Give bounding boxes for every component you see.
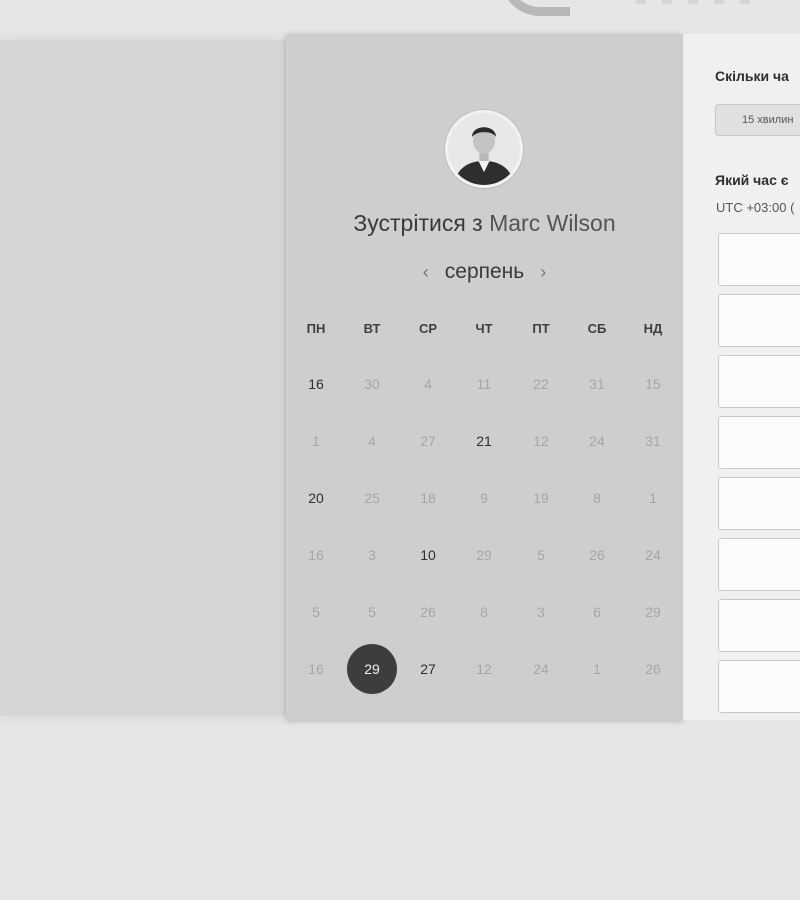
- time-slot-button[interactable]: [718, 233, 800, 286]
- calendar-day[interactable]: 16: [291, 359, 341, 409]
- calendar-day: 29: [645, 604, 661, 620]
- time-slot-button[interactable]: [718, 294, 800, 347]
- calendar-day: 19: [533, 490, 549, 506]
- time-slot-button[interactable]: [718, 477, 800, 530]
- calendar-day: 31: [589, 376, 605, 392]
- calendar-day: 27: [420, 433, 436, 449]
- calendar-day: 5: [312, 604, 320, 620]
- calendar-day: 4: [424, 376, 432, 392]
- timezone-label[interactable]: UTC +03:00 (: [716, 200, 794, 215]
- calendar-day: 11: [476, 376, 492, 392]
- calendar-day: 1: [649, 490, 657, 506]
- calendar-day: 22: [533, 376, 549, 392]
- calendar-day: 16: [308, 661, 324, 677]
- calendar-day: 5: [537, 547, 545, 563]
- time-slot-button[interactable]: [718, 538, 800, 591]
- calendar-day: 26: [589, 547, 605, 563]
- calendar-days-grid: 16 30 4 11 22 31 15 1 4 27 21 12 24 31 20 25 18 9 19 8 1 16 3 1…: [286, 34, 683, 720]
- calendar-day-selected[interactable]: 29: [347, 644, 397, 694]
- calendar-day: 3: [537, 604, 545, 620]
- calendar-day[interactable]: 10: [403, 530, 453, 580]
- duration-option-button[interactable]: 15 хвилин: [715, 104, 800, 136]
- calendar-day: 24: [645, 547, 661, 563]
- calendar-day: 25: [364, 490, 380, 506]
- calendar-day: 4: [368, 433, 376, 449]
- time-question: Який час є: [715, 172, 789, 188]
- calendar-day[interactable]: 27: [403, 644, 453, 694]
- calendar-day: 31: [645, 433, 661, 449]
- calendar-day: 16: [308, 547, 324, 563]
- time-slot-button[interactable]: [718, 416, 800, 469]
- time-slot-button[interactable]: [718, 660, 800, 713]
- calendar-day: 12: [533, 433, 549, 449]
- calendar-day[interactable]: 20: [291, 473, 341, 523]
- calendar-day: 26: [420, 604, 436, 620]
- calendar-day: 8: [480, 604, 488, 620]
- calendar-day[interactable]: 21: [459, 416, 509, 466]
- calendar-day: 18: [420, 490, 436, 506]
- calendar-day: 3: [368, 547, 376, 563]
- time-selection-panel: Скільки ча 15 хвилин Який час є UTC +03:…: [683, 34, 800, 720]
- calendar-day: 1: [312, 433, 320, 449]
- calendar-day: 1: [593, 661, 601, 677]
- scheduler-calendar-panel: Зустрітися з Marc Wilson ‹ серпень › ПН В…: [286, 34, 683, 720]
- calendar-day: 24: [589, 433, 605, 449]
- calendar-day: 5: [368, 604, 376, 620]
- duration-question: Скільки ча: [715, 68, 789, 84]
- calendar-day: 12: [476, 661, 492, 677]
- calendar-day: 29: [476, 547, 492, 563]
- calendar-day: 30: [364, 376, 380, 392]
- calendar-day: 9: [480, 490, 488, 506]
- time-slot-button[interactable]: [718, 599, 800, 652]
- calendar-day: 15: [645, 376, 661, 392]
- brand-logo-fragment: [500, 0, 570, 16]
- calendar-day: 24: [533, 661, 549, 677]
- calendar-day: 6: [593, 604, 601, 620]
- time-slot-button[interactable]: [718, 355, 800, 408]
- calendar-day: 8: [593, 490, 601, 506]
- page-backdrop: [0, 40, 286, 716]
- calendar-day: 26: [645, 661, 661, 677]
- brand-logo-text-fragment: [636, 0, 766, 4]
